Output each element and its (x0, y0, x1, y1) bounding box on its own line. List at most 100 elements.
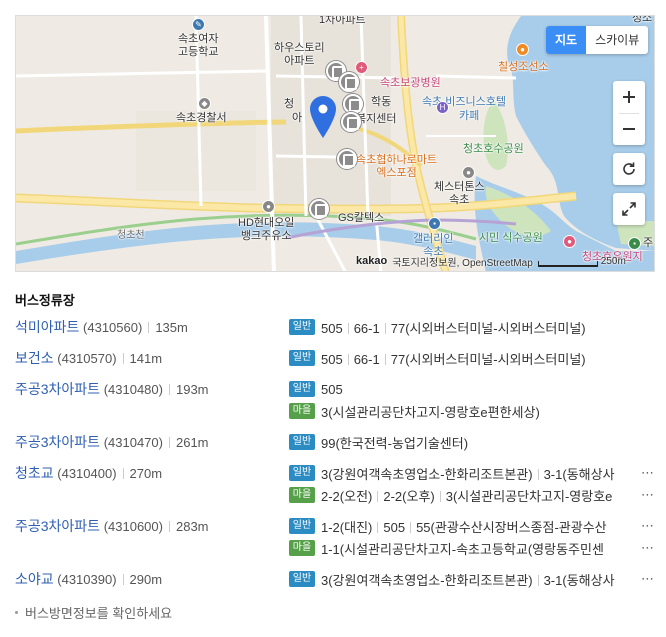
bus-route-number[interactable]: 2-2(오후) (383, 489, 434, 504)
map-label-cheong: 청 (284, 98, 295, 110)
zoom-out-button[interactable] (613, 113, 645, 145)
more-routes-icon[interactable]: ⋯ (633, 518, 655, 534)
map-label-citizen-garden: 시민 식수공원 (479, 232, 543, 244)
minus-icon (623, 128, 635, 130)
village-bus-badge: 마을 (289, 487, 315, 503)
bus-stop-name-link[interactable]: 소야교 (15, 571, 54, 587)
bus-route-number[interactable]: 3(강원여객속초영업소-한화리조트본관) (321, 573, 533, 588)
bus-route-line: 일반 99(한국전력-농업기술센터) (289, 431, 655, 453)
bus-route-line: 일반 505 66-1 77(시외버스터미널-시외버스터미널) (289, 316, 655, 338)
bus-stop-distance: 135m (155, 320, 188, 335)
bus-stop-info: 청초교 (4310400) 270m (15, 462, 162, 485)
bus-route-number[interactable]: 66-1 (354, 352, 380, 367)
bus-stop-name-link[interactable]: 보건소 (15, 350, 54, 366)
bullet-icon (15, 611, 18, 614)
bus-route-number[interactable]: 505 (321, 352, 343, 367)
regular-bus-badge: 일반 (289, 518, 315, 534)
bus-route-number[interactable]: 505 (321, 382, 343, 397)
map-type-map-button[interactable]: 지도 (546, 26, 587, 54)
map-label-welfare-center: 복지센터 (356, 113, 397, 125)
more-routes-icon[interactable]: ⋯ (633, 487, 655, 503)
bus-route-number[interactable]: 3-1(동해상사 (544, 573, 615, 588)
fullscreen-button[interactable] (613, 193, 645, 225)
bus-route-number[interactable]: 1-2(대진) (321, 520, 372, 535)
bus-stop-name-link[interactable]: 석미아파트 (15, 319, 79, 335)
bus-route-group: 일반 1-2(대진) 505 55(관광수산시장버스종점-관광수산 ⋯ 마을 1-1(시설관… (289, 515, 655, 559)
bus-stop-marker[interactable] (343, 94, 363, 114)
map-label-shipyard: 칠성조선소 (498, 61, 549, 73)
bus-route-list: 505 66-1 77(시외버스터미널-시외버스터미널) (321, 349, 655, 368)
map-label-lake-park: 청초호수공원 (463, 143, 524, 155)
bus-route-number[interactable]: 505 (383, 520, 405, 535)
bus-stop-code: (4310470) (103, 435, 163, 450)
map-view[interactable]: 1차아파트 속초여자 고등학교 하우스토리 아파트 속초보광병원 칠성조선소 속… (15, 15, 655, 272)
map-label-chesters: 체스터톤스 속초 (434, 181, 485, 206)
separator (377, 521, 379, 533)
bus-route-number[interactable]: 3(시설관리공단차고지-영랑호e (446, 489, 613, 504)
bus-stop-name-link[interactable]: 청초교 (15, 465, 54, 481)
bus-route-number[interactable]: 2-2(오전) (321, 489, 372, 504)
bus-stop-info: 주공3차아파트 (4310600) 283m (15, 515, 209, 538)
note-text: 버스방면정보를 확인하세요 (25, 606, 173, 621)
more-routes-icon[interactable]: ⋯ (633, 571, 655, 587)
section-title: 버스정류장 (15, 293, 75, 308)
bus-stop-distance: 141m (129, 351, 163, 366)
bus-route-number[interactable]: 77(시외버스터미널-시외버스터미널) (391, 321, 586, 336)
zoom-in-button[interactable] (613, 81, 645, 113)
map-label-apartment: 1차아파트 (319, 15, 366, 26)
bus-stop-marker[interactable] (309, 199, 329, 219)
zoom-divider (619, 113, 639, 114)
bus-route-number[interactable]: 3-1(동해상사 (544, 467, 615, 482)
bus-route-number[interactable]: 3(강원여객속초영업소-한화리조트본관) (321, 467, 533, 482)
bus-stop-info: 보건소 (4310570) 141m (15, 347, 162, 370)
bus-stop-info: 소야교 (4310390) 290m (15, 568, 162, 591)
bus-route-number[interactable]: 99(한국전력-농업기술센터) (321, 436, 468, 451)
regular-bus-badge: 일반 (289, 571, 315, 587)
scale-label: 250m (600, 255, 626, 267)
bus-route-group: 일반 99(한국전력-농업기술센터) (289, 431, 655, 453)
separator (439, 490, 441, 502)
bus-route-number[interactable]: 505 (321, 321, 343, 336)
bus-stop-name-link[interactable]: 주공3차아파트 (15, 381, 100, 397)
bus-stop-code: (4310400) (57, 466, 117, 481)
bus-stop-row: 주공3차아파트 (4310480) 193m 일반 505 마을 3(시설관리공단차고지-… (15, 378, 655, 431)
zoom-control (613, 81, 645, 145)
bus-route-number[interactable]: 3(시설관리공단차고지-영랑호e편한세상) (321, 405, 540, 420)
bus-route-list: 3(강원여객속초영업소-한화리조트본관) 3-1(동해상사 (321, 464, 633, 483)
bus-stop-distance: 193m (175, 382, 209, 397)
map-label-right-edge: 주 (643, 237, 654, 249)
more-routes-icon[interactable]: ⋯ (633, 465, 655, 481)
bus-stop-name-link[interactable]: 주공3차아파트 (15, 518, 100, 534)
refresh-icon (623, 162, 635, 175)
bus-stop-distance: 270m (129, 466, 163, 481)
separator (347, 322, 349, 334)
bus-stop-name-link[interactable]: 주공3차아파트 (15, 434, 100, 450)
map-label-girls-high-school: 속초여자 고등학교 (178, 33, 219, 58)
map-label-hanaro-mart: 속초협하나로마트 엑스포점 (356, 154, 437, 179)
separator (410, 521, 412, 533)
separator (537, 468, 539, 480)
bus-route-number[interactable]: 55(관광수산시장버스종점-관광수산 (416, 520, 607, 535)
bus-route-number[interactable]: 77(시외버스터미널-시외버스터미널) (391, 352, 586, 367)
bus-stop-code: (4310480) (103, 382, 163, 397)
regular-bus-badge: 일반 (289, 434, 315, 450)
bus-stop-marker[interactable] (339, 72, 359, 92)
separator (148, 322, 150, 333)
bus-route-list: 3(시설관리공단차고지-영랑호e편한세상) (321, 402, 655, 421)
bus-stop-marker[interactable] (337, 149, 357, 169)
bus-route-number[interactable]: 1-1(시설관리공단차고지-속초고등학교(영랑동주민센 (321, 542, 604, 557)
bus-route-group: 일반 3(강원여객속초영업소-한화리조트본관) 3-1(동해상사 ⋯ 마을 2-2(오전)… (289, 462, 655, 506)
location-pin-icon (310, 96, 336, 138)
regular-bus-badge: 일반 (289, 465, 315, 481)
bus-route-list: 505 66-1 77(시외버스터미널-시외버스터미널) (321, 318, 655, 337)
bus-route-line: 일반 505 66-1 77(시외버스터미널-시외버스터미널) (289, 347, 655, 369)
refresh-button[interactable] (613, 153, 645, 185)
school-icon: ✎ (192, 18, 205, 31)
bus-route-group: 일반 505 66-1 77(시외버스터미널-시외버스터미널) (289, 347, 655, 369)
map-type-skyview-button[interactable]: 스카이뷰 (586, 26, 648, 54)
bus-stop-row: 주공3차아파트 (4310470) 261m 일반 99(한국전력-농업기술센터) (15, 431, 655, 462)
bus-route-number[interactable]: 66-1 (354, 321, 380, 336)
bus-stop-marker[interactable] (341, 112, 361, 132)
bus-route-list: 99(한국전력-농업기술센터) (321, 433, 655, 452)
more-routes-icon[interactable]: ⋯ (633, 540, 655, 556)
